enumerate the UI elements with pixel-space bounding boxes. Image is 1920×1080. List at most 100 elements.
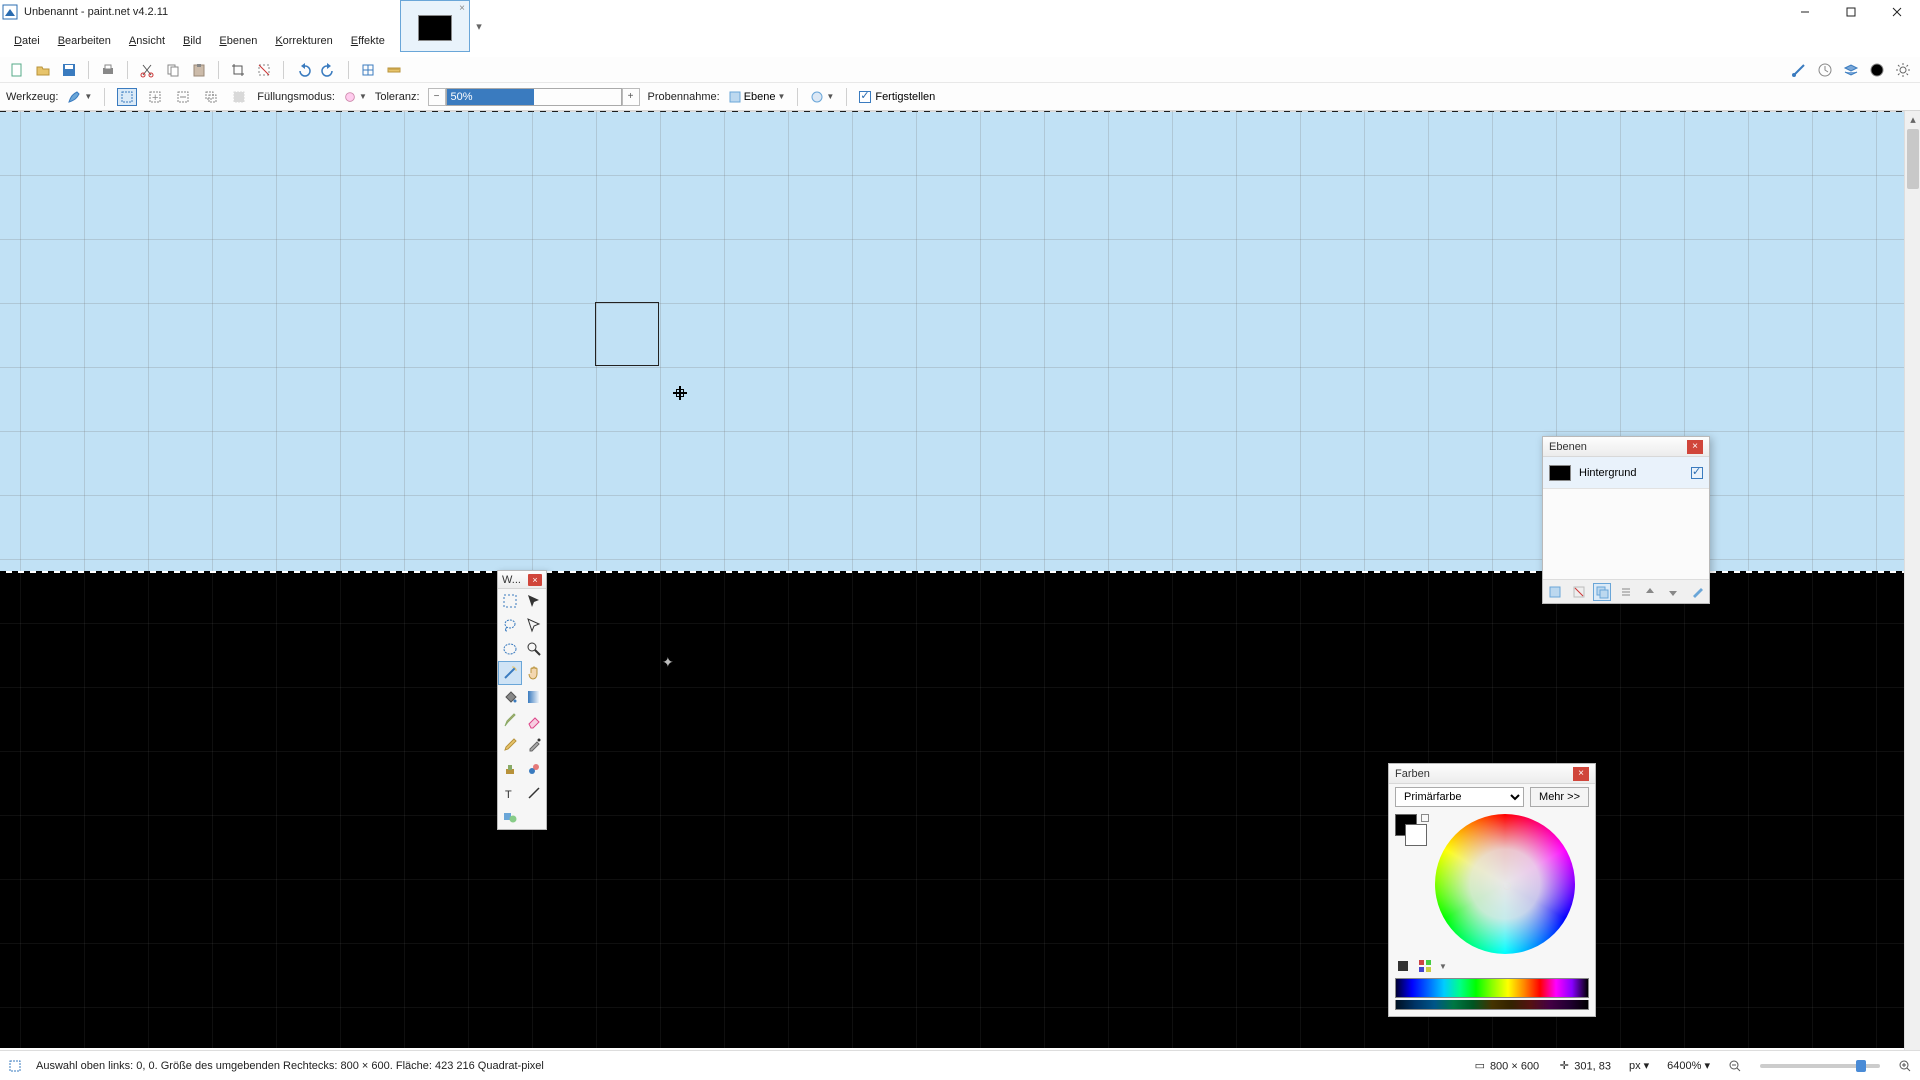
- close-button[interactable]: [1874, 0, 1920, 24]
- tool-move-pixels[interactable]: [522, 589, 546, 613]
- layer-visible-checkbox[interactable]: [1691, 467, 1703, 479]
- crop-button[interactable]: [227, 59, 249, 81]
- tolerance-decrease[interactable]: −: [428, 88, 446, 106]
- tolerance-increase[interactable]: +: [622, 88, 640, 106]
- selection-mode-add[interactable]: +: [145, 88, 165, 106]
- palette-manage-icon[interactable]: [1417, 958, 1433, 974]
- canvas-area[interactable]: ✦ W... × T: [0, 111, 1920, 1048]
- tool-move-selection[interactable]: [522, 613, 546, 637]
- tool-clone-stamp[interactable]: [498, 757, 522, 781]
- menu-ansicht[interactable]: Ansicht: [121, 33, 173, 49]
- palette-strip-dark[interactable]: [1395, 1000, 1589, 1010]
- zoom-out-icon[interactable]: [1728, 1059, 1742, 1073]
- selection-mode-intersect[interactable]: [201, 88, 221, 106]
- copy-button[interactable]: [162, 59, 184, 81]
- save-button[interactable]: [58, 59, 80, 81]
- layer-row[interactable]: Hintergrund: [1543, 457, 1709, 489]
- colors-window[interactable]: Farben × Primärfarbe Mehr >> ▼: [1388, 763, 1596, 1017]
- tool-gradient[interactable]: [522, 685, 546, 709]
- tool-eraser[interactable]: [522, 709, 546, 733]
- open-file-button[interactable]: [32, 59, 54, 81]
- vertical-scrollbar[interactable]: ▴: [1904, 111, 1920, 1050]
- menu-bearbeiten[interactable]: Bearbeiten: [50, 33, 119, 49]
- tool-selector[interactable]: ▼: [66, 89, 92, 105]
- document-tab-1[interactable]: ×: [400, 0, 470, 52]
- layer-properties-button[interactable]: [1688, 583, 1706, 601]
- layer-add-button[interactable]: [1546, 583, 1564, 601]
- selection-mode-invert[interactable]: [229, 88, 249, 106]
- zoom-in-icon[interactable]: [1898, 1059, 1912, 1073]
- palette-strip[interactable]: [1395, 978, 1589, 998]
- layer-delete-button[interactable]: [1570, 583, 1588, 601]
- vertical-scroll-thumb[interactable]: [1907, 129, 1919, 189]
- colors-window-close[interactable]: ×: [1573, 767, 1589, 781]
- swap-colors-icon[interactable]: [1421, 814, 1429, 822]
- tool-text[interactable]: T: [498, 781, 522, 805]
- tools-window-close[interactable]: ×: [528, 574, 542, 586]
- finish-button[interactable]: Fertigstellen: [859, 91, 935, 103]
- zoom-slider-knob[interactable]: [1856, 1060, 1866, 1072]
- colors-panel-toggle[interactable]: [1866, 59, 1888, 81]
- menu-bild[interactable]: Bild: [175, 33, 209, 49]
- menu-ebenen[interactable]: Ebenen: [211, 33, 265, 49]
- undo-button[interactable]: [292, 59, 314, 81]
- selection-mode-replace[interactable]: [117, 88, 137, 106]
- color-wheel[interactable]: [1435, 814, 1575, 954]
- tools-window-title-bar[interactable]: W... ×: [498, 571, 546, 589]
- history-panel-toggle[interactable]: [1814, 59, 1836, 81]
- color-mode-select[interactable]: Primärfarbe: [1395, 787, 1524, 807]
- secondary-color-swatch[interactable]: [1405, 824, 1427, 846]
- status-zoom-value[interactable]: 6400% ▾: [1667, 1059, 1710, 1072]
- document-tabs-dropdown[interactable]: ▾: [470, 0, 488, 52]
- scroll-up-icon[interactable]: ▴: [1905, 111, 1920, 127]
- tool-rectangle-select[interactable]: [498, 589, 522, 613]
- tool-paintbrush[interactable]: [498, 709, 522, 733]
- settings-button[interactable]: [1892, 59, 1914, 81]
- grid-toggle-button[interactable]: [357, 59, 379, 81]
- layer-duplicate-button[interactable]: [1593, 583, 1611, 601]
- layers-window-title-bar[interactable]: Ebenen ×: [1543, 437, 1709, 457]
- tool-pencil[interactable]: [498, 733, 522, 757]
- colors-more-button[interactable]: Mehr >>: [1530, 787, 1589, 807]
- maximize-button[interactable]: [1828, 0, 1874, 24]
- menu-korrekturen[interactable]: Korrekturen: [267, 33, 340, 49]
- layer-move-down-button[interactable]: [1664, 583, 1682, 601]
- print-button[interactable]: [97, 59, 119, 81]
- tool-shapes[interactable]: [498, 805, 522, 829]
- palette-dropdown-icon[interactable]: ▼: [1439, 962, 1447, 971]
- paste-button[interactable]: [188, 59, 210, 81]
- sample-source-selector[interactable]: Ebene ▼: [728, 90, 786, 104]
- fill-mode-selector[interactable]: ▼: [343, 90, 367, 104]
- selection-mode-subtract[interactable]: [173, 88, 193, 106]
- status-unit-selector[interactable]: px ▾: [1629, 1059, 1649, 1072]
- redo-button[interactable]: [318, 59, 340, 81]
- colors-window-title-bar[interactable]: Farben ×: [1389, 764, 1595, 784]
- tolerance-slider[interactable]: 50%: [446, 88, 622, 106]
- layers-panel-toggle[interactable]: [1840, 59, 1862, 81]
- layer-merge-button[interactable]: [1617, 583, 1635, 601]
- palette-add-icon[interactable]: [1395, 958, 1411, 974]
- tool-recolor[interactable]: [522, 757, 546, 781]
- new-file-button[interactable]: [6, 59, 28, 81]
- tool-pan[interactable]: [522, 661, 546, 685]
- tool-magic-wand[interactable]: [498, 661, 522, 685]
- sample-scope-selector[interactable]: ▼: [810, 90, 834, 104]
- tool-zoom[interactable]: [522, 637, 546, 661]
- cut-button[interactable]: [136, 59, 158, 81]
- ruler-toggle-button[interactable]: [383, 59, 405, 81]
- layer-move-up-button[interactable]: [1641, 583, 1659, 601]
- tool-ellipse-select[interactable]: [498, 637, 522, 661]
- tool-line[interactable]: [522, 781, 546, 805]
- layers-window[interactable]: Ebenen × Hintergrund: [1542, 436, 1710, 604]
- deselect-button[interactable]: [253, 59, 275, 81]
- layers-window-close[interactable]: ×: [1687, 440, 1703, 454]
- tab-close-icon[interactable]: ×: [459, 3, 465, 14]
- menu-datei[interactable]: Datei: [6, 33, 48, 49]
- tool-paint-bucket[interactable]: [498, 685, 522, 709]
- menu-effekte[interactable]: Effekte: [343, 33, 393, 49]
- color-swatches[interactable]: [1395, 814, 1429, 852]
- tool-lasso-select[interactable]: [498, 613, 522, 637]
- tools-window[interactable]: W... × T: [497, 570, 547, 830]
- tool-color-picker[interactable]: [522, 733, 546, 757]
- zoom-slider[interactable]: [1760, 1064, 1880, 1068]
